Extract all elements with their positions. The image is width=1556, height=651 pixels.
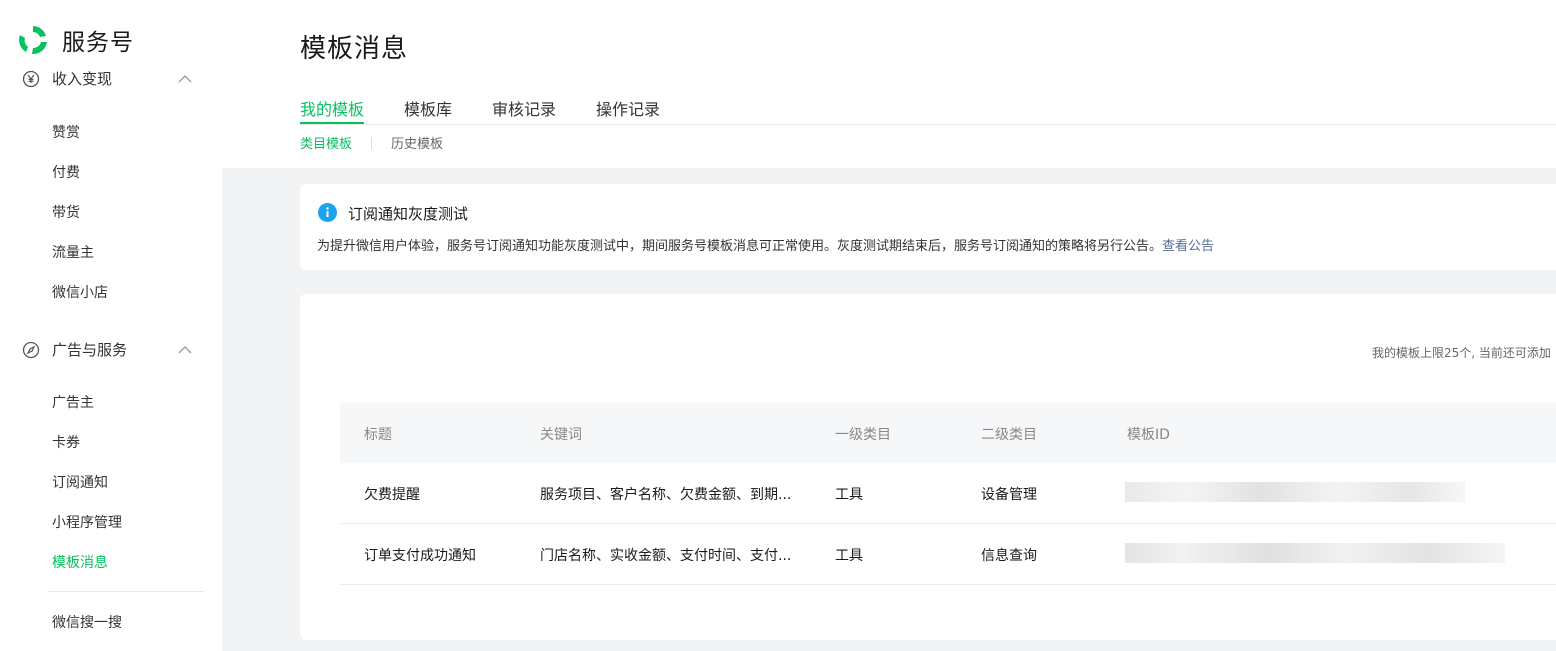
tab-review-records[interactable]: 审核记录 bbox=[492, 96, 556, 123]
table-row[interactable]: 订单支付成功通知 门店名称、实收金额、支付时间、支付... 工具 信息查询 bbox=[340, 524, 1556, 585]
tab-template-library[interactable]: 模板库 bbox=[404, 96, 452, 123]
subtab-separator bbox=[371, 136, 373, 149]
sidebar-item-coupons[interactable]: 卡券 bbox=[52, 432, 80, 452]
nav-group-income[interactable]: 收入变现 bbox=[22, 68, 192, 89]
notice-text: 为提升微信用户体验，服务号订阅通知功能灰度测试中，期间服务号模板消息可正常使用。… bbox=[317, 235, 1214, 254]
col-header-category-1: 一级类目 bbox=[835, 427, 891, 443]
table-header: 标题 关键词 一级类目 二级类目 模板ID bbox=[340, 403, 1556, 463]
row-category-1: 工具 bbox=[835, 548, 863, 564]
col-header-template-id: 模板ID bbox=[1127, 427, 1170, 443]
info-icon bbox=[318, 203, 337, 222]
templates-card: 我的模板上限25个, 当前还可添加 标题 关键词 一级类目 二级类目 模板ID … bbox=[300, 294, 1556, 640]
sidebar-item-traffic[interactable]: 流量主 bbox=[52, 242, 94, 262]
tab-my-templates[interactable]: 我的模板 bbox=[300, 96, 365, 124]
sidebar-item-miniprogram[interactable]: 小程序管理 bbox=[52, 512, 122, 532]
compass-icon bbox=[22, 341, 40, 358]
subtab-bar: 类目模板 历史模板 bbox=[300, 133, 443, 152]
nav-group-ads[interactable]: 广告与服务 bbox=[22, 339, 192, 360]
row-keywords: 服务项目、客户名称、欠费金额、到期... bbox=[540, 487, 792, 503]
sidebar-item-wechat-search[interactable]: 微信搜一搜 bbox=[52, 612, 122, 632]
table-row[interactable]: 欠费提醒 服务项目、客户名称、欠费金额、到期... 工具 设备管理 bbox=[340, 463, 1556, 524]
nav-group-label: 广告与服务 bbox=[52, 341, 128, 359]
yen-circle-icon bbox=[22, 70, 40, 87]
row-keywords: 门店名称、实收金额、支付时间、支付... bbox=[540, 548, 792, 564]
sidebar-divider bbox=[48, 591, 204, 592]
notice-body: 为提升微信用户体验，服务号订阅通知功能灰度测试中，期间服务号模板消息可正常使用。… bbox=[317, 239, 1163, 254]
subtab-history-templates[interactable]: 历史模板 bbox=[391, 133, 443, 152]
template-limit-text: 我的模板上限25个, 当前还可添加 bbox=[1372, 346, 1551, 360]
sidebar-item-reward[interactable]: 赞赏 bbox=[52, 122, 80, 142]
wechat-service-logo-icon bbox=[19, 26, 47, 55]
sidebar-item-subscribe-notice[interactable]: 订阅通知 bbox=[52, 472, 108, 492]
chevron-up-icon[interactable] bbox=[178, 345, 192, 355]
sidebar-item-shop[interactable]: 微信小店 bbox=[52, 282, 108, 302]
row-title: 订单支付成功通知 bbox=[364, 548, 476, 564]
chevron-up-icon[interactable] bbox=[178, 74, 192, 84]
row-title: 欠费提醒 bbox=[364, 487, 420, 503]
sidebar-item-paid[interactable]: 付费 bbox=[52, 162, 80, 182]
brand[interactable]: 服务号 bbox=[16, 21, 134, 59]
nav-group-label: 收入变现 bbox=[52, 70, 113, 88]
row-category-1: 工具 bbox=[835, 487, 863, 503]
notice-card: 订阅通知灰度测试 为提升微信用户体验，服务号订阅通知功能灰度测试中，期间服务号模… bbox=[300, 184, 1556, 270]
redacted-template-id bbox=[1125, 482, 1465, 502]
col-header-keywords: 关键词 bbox=[540, 427, 582, 443]
brand-name: 服务号 bbox=[62, 30, 134, 56]
sidebar-item-template-message[interactable]: 模板消息 bbox=[52, 552, 108, 572]
row-category-2: 信息查询 bbox=[981, 548, 1037, 564]
col-header-title: 标题 bbox=[364, 427, 392, 443]
row-category-2: 设备管理 bbox=[981, 487, 1037, 503]
view-announcement-link[interactable]: 查看公告 bbox=[1162, 239, 1214, 254]
notice-title: 订阅通知灰度测试 bbox=[348, 205, 469, 223]
col-header-category-2: 二级类目 bbox=[981, 427, 1037, 443]
sidebar: 服务号 收入变现 赞赏 付费 带货 流量主 微信小店 广告与服务 广告主 卡券 … bbox=[0, 0, 222, 651]
page-title: 模板消息 bbox=[300, 34, 409, 64]
tab-operation-records[interactable]: 操作记录 bbox=[596, 96, 660, 123]
redacted-template-id bbox=[1125, 543, 1505, 563]
sidebar-item-advertiser[interactable]: 广告主 bbox=[52, 392, 94, 412]
tab-bar: 我的模板 模板库 审核记录 操作记录 bbox=[300, 96, 1556, 125]
sidebar-item-goods[interactable]: 带货 bbox=[52, 202, 80, 222]
subtab-category-templates[interactable]: 类目模板 bbox=[300, 133, 352, 152]
